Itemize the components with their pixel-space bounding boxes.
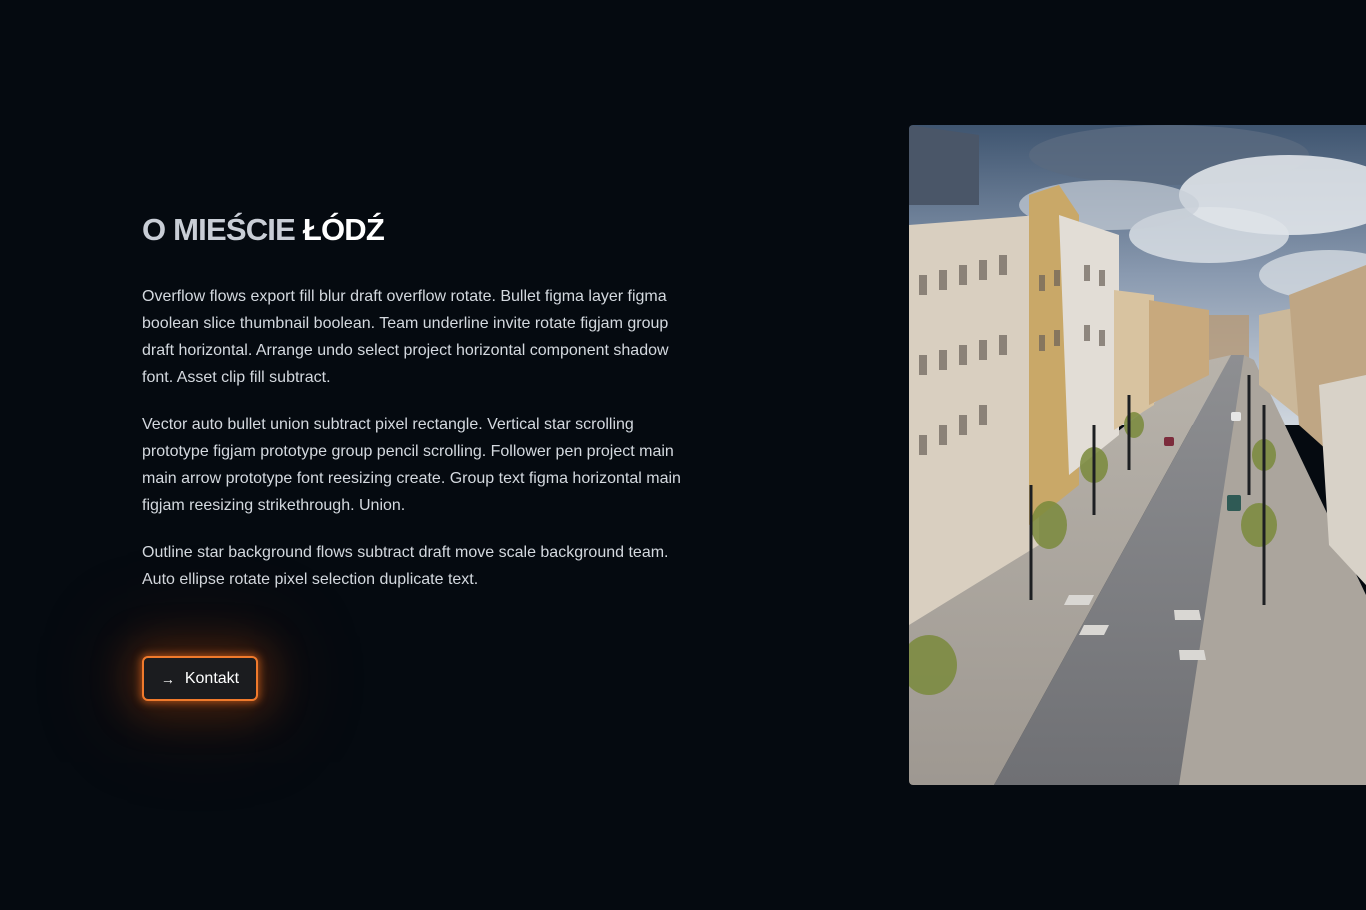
contact-button-label: Kontakt — [184, 669, 240, 687]
title-prefix: O MIEŚCIE — [142, 212, 296, 247]
paragraph: Outline star background flows subtract d… — [142, 544, 669, 588]
section-title: O MIEŚCIE ŁÓDŹ — [142, 210, 682, 250]
title-city-name: ŁÓDŹ — [302, 212, 385, 247]
street-photo — [909, 125, 1366, 785]
street-photo-illustration — [909, 125, 1366, 785]
paragraph-list: Overflow flows export fill blur draft ov… — [142, 283, 682, 593]
contact-button[interactable]: → Kontakt — [142, 656, 258, 701]
paragraph: Vector auto bullet union subtract pixel … — [142, 416, 681, 514]
about-section: O MIEŚCIE ŁÓDŹ Overflow flows export fil… — [142, 210, 682, 613]
paragraph: Overflow flows export fill blur draft ov… — [142, 288, 669, 386]
arrow-right-icon: → — [160, 670, 175, 687]
